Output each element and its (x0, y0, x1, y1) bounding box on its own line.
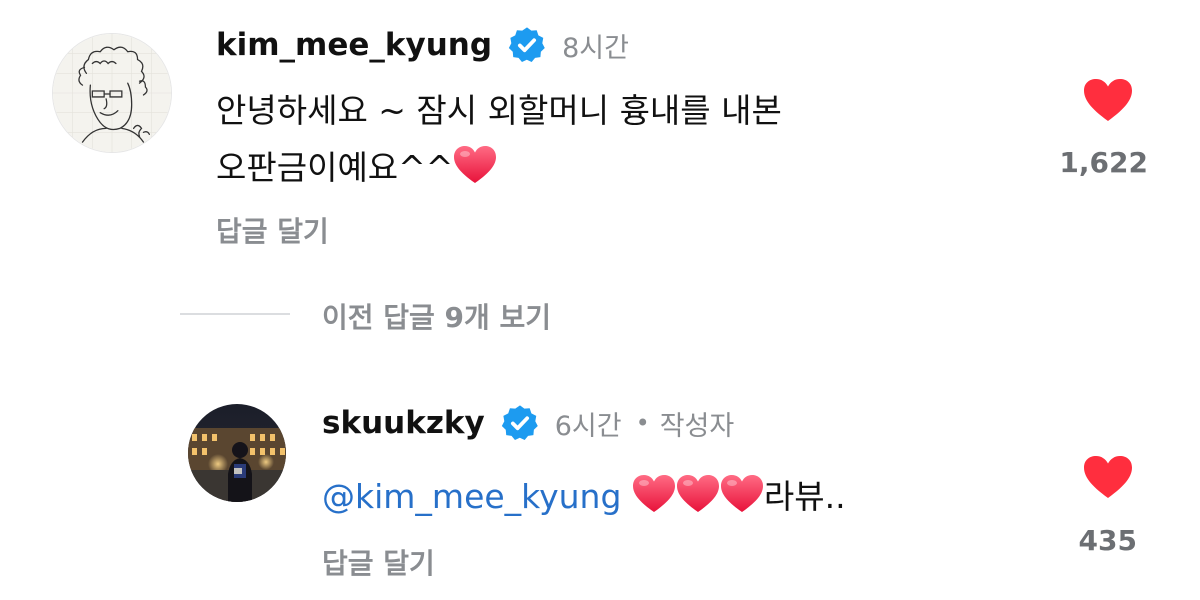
reply-button[interactable]: 답글 달기 (216, 210, 329, 250)
mention-link[interactable]: @kim_mee_kyung (322, 477, 621, 516)
heart-emoji-icon (632, 474, 676, 514)
username[interactable]: kim_mee_kyung (216, 27, 492, 63)
like-count: 435 (1078, 524, 1137, 557)
comment-text-line: 안녕하세요 ~ 잠시 외할머니 흉내를 내본 (216, 91, 782, 130)
author-badge: 작성자 (659, 410, 735, 442)
comment-body: 안녕하세요 ~ 잠시 외할머니 흉내를 내본 오판금이예요^^ (216, 82, 782, 196)
verified-badge-icon (501, 404, 539, 442)
like-count: 1,622 (1059, 146, 1148, 179)
comment-text: 오판금이예요^^ (216, 148, 454, 187)
heart-filled-icon[interactable] (1082, 77, 1134, 123)
comment-body: @kim_mee_kyung 라뷰.. (322, 468, 846, 525)
comment-header: kim_mee_kyung 8시간 (216, 22, 629, 68)
heart-emoji-icon (676, 474, 720, 514)
view-previous-replies-button[interactable]: 이전 답글 9개 보기 (322, 296, 551, 336)
reply-button[interactable]: 답글 달기 (322, 542, 435, 582)
avatar-kim-mee-kyung[interactable] (52, 33, 172, 153)
separator-dot: • (635, 409, 650, 437)
sketch-avatar-image (53, 34, 171, 152)
heart-emoji-icon (720, 474, 764, 514)
replies-divider (180, 313, 290, 315)
night-photo-avatar-image (188, 404, 286, 502)
comment-time: 8시간 (562, 32, 629, 64)
comment-header: skuukzky 6시간 • 작성자 (322, 400, 734, 446)
username[interactable]: skuukzky (322, 405, 485, 441)
comment-text: 라뷰.. (763, 477, 846, 516)
heart-emoji-icon (453, 145, 497, 185)
avatar-skuukzky[interactable] (188, 404, 286, 502)
verified-badge-icon (508, 26, 546, 64)
heart-filled-icon[interactable] (1082, 454, 1134, 500)
comment-time: 6시간 (554, 410, 622, 442)
comment-text-line: 오판금이예요^^ (216, 139, 782, 196)
